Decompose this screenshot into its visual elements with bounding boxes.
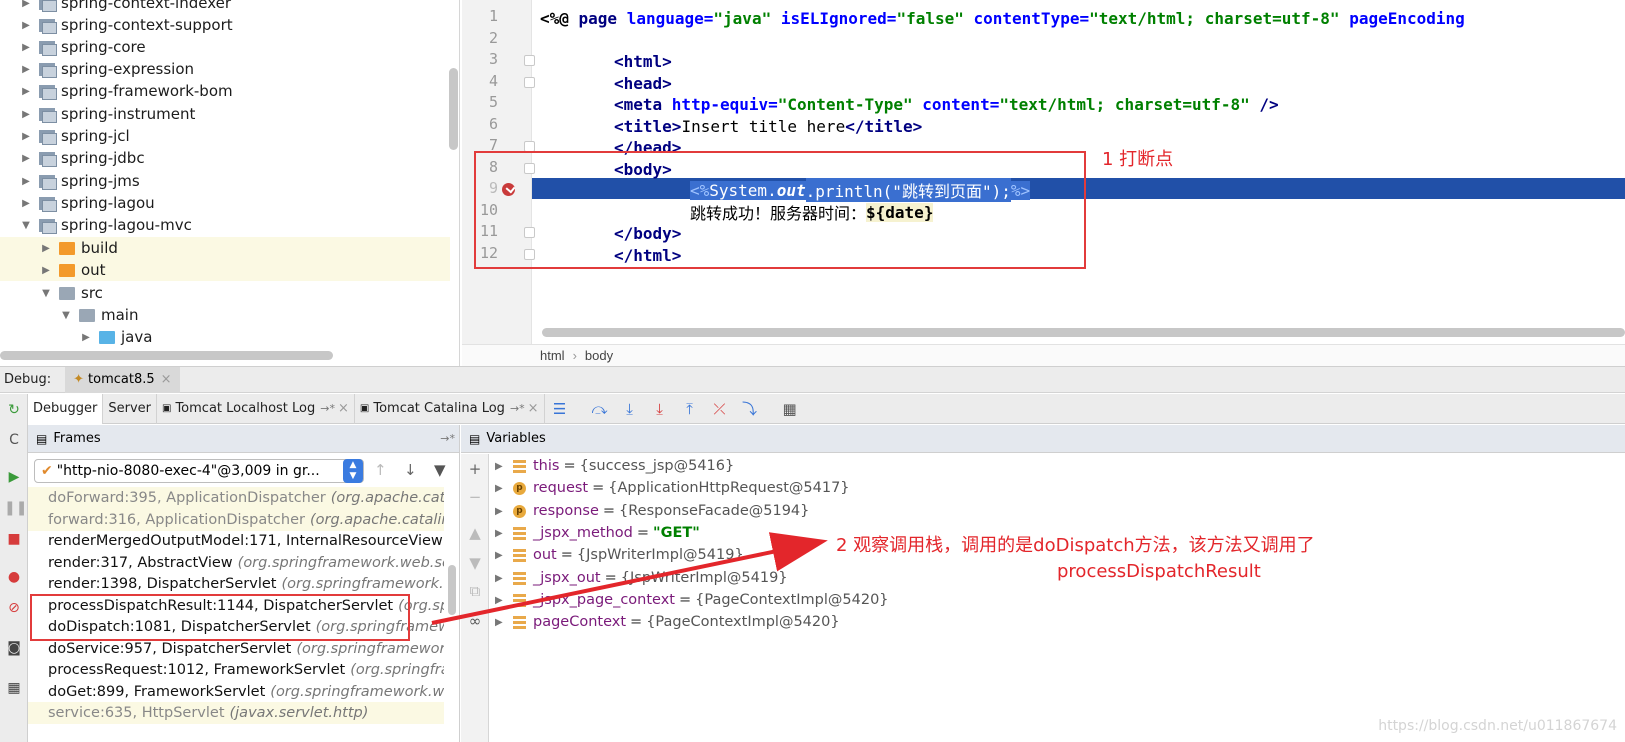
watermark: https://blog.csdn.net/u011867674: [1378, 718, 1617, 734]
annotation-text: processDispatchResult: [1057, 561, 1261, 582]
annotation-arrow: [431, 532, 828, 625]
annotation-text: 2 观察调用栈，调用的是doDispatch方法，该方法又调用了: [836, 535, 1315, 556]
